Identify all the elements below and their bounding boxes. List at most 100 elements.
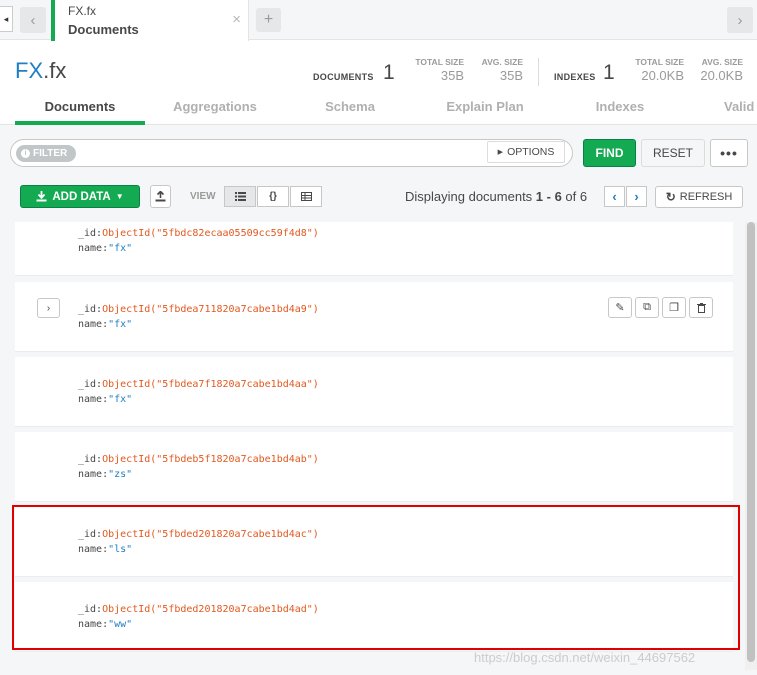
list-view-button[interactable]	[224, 186, 256, 207]
filter-badge: i FILTER	[16, 145, 76, 162]
table-icon	[300, 192, 312, 201]
more-options-button[interactable]: •••	[710, 139, 748, 167]
expand-icon[interactable]: ›	[37, 298, 60, 318]
caret-right-icon: ▶	[497, 149, 504, 156]
indexes-label: INDEXES	[554, 72, 596, 82]
refresh-icon: ↻	[665, 190, 676, 204]
list-icon	[234, 192, 246, 201]
refresh-button[interactable]: ↻ REFRESH	[655, 186, 743, 208]
find-button[interactable]: FIND	[583, 139, 636, 167]
edit-icon[interactable]: ✎	[608, 297, 632, 318]
view-label: VIEW	[190, 191, 216, 202]
display-total: 6	[579, 189, 588, 204]
upload-icon[interactable]	[150, 185, 171, 208]
close-icon[interactable]: ×	[232, 11, 241, 28]
braces-icon: {}	[269, 191, 277, 202]
tab-strip: ◂ ‹ FX.fx Documents × + ›	[0, 0, 757, 41]
document-card[interactable]: › _id:ObjectId("5fbdea711820a7cabe1bd4a9…	[15, 282, 733, 352]
object-id-value: ObjectId("5fbdea7f1820a7cabe1bd4aa")	[102, 379, 319, 390]
index-avg-size-label: AVG. SIZE	[701, 57, 743, 67]
json-view-button[interactable]: {}	[257, 186, 289, 207]
index-avg-size-value: 20.0KB	[700, 68, 743, 83]
caret-down-icon: ▼	[115, 192, 124, 201]
doc-name-line: name:"fx"	[78, 243, 132, 254]
tab-namespace: FX.fx	[68, 4, 97, 18]
collection-subtabs: Documents Aggregations Schema Explain Pl…	[0, 92, 757, 125]
field-key: name:	[78, 394, 109, 405]
add-data-label: ADD DATA	[52, 190, 111, 203]
stats-divider	[538, 58, 539, 86]
tab-schema[interactable]: Schema	[285, 99, 415, 114]
doc-name-line: name:"zs"	[78, 469, 132, 480]
field-key: _id:	[78, 304, 103, 315]
annotation-highlight-box	[12, 505, 740, 650]
object-id-value: ObjectId("5fbdc82ecaa05509cc59f4d8")	[102, 228, 319, 239]
options-label: OPTIONS	[507, 146, 555, 158]
tab-aggregations[interactable]: Aggregations	[150, 99, 280, 114]
documents-count: 1	[383, 61, 395, 84]
doc-id-line: _id:ObjectId("5fbdea7f1820a7cabe1bd4aa")	[78, 379, 319, 390]
object-id-value: ObjectId("5fbdea711820a7cabe1bd4a9")	[102, 304, 319, 315]
tab-explain-plan[interactable]: Explain Plan	[420, 99, 550, 114]
doc-id-line: _id:ObjectId("5fbdea711820a7cabe1bd4a9")	[78, 304, 319, 315]
field-key: name:	[78, 243, 109, 254]
document-card[interactable]: _id:ObjectId("5fbdeb5f1820a7cabe1bd4ab")…	[15, 432, 733, 502]
scrollbar-thumb[interactable]	[747, 222, 755, 662]
filter-badge-label: FILTER	[33, 148, 68, 159]
index-total-size-value: 20.0KB	[641, 68, 684, 83]
string-value: "fx"	[108, 319, 133, 330]
doc-name-line: name:"fx"	[78, 394, 132, 405]
field-key: name:	[78, 319, 109, 330]
string-value: "fx"	[108, 394, 133, 405]
tab-fx-documents[interactable]: FX.fx Documents ×	[51, 0, 249, 41]
refresh-label: REFRESH	[679, 191, 733, 203]
download-icon	[36, 191, 47, 202]
total-size-label: TOTAL SIZE	[415, 57, 464, 67]
doc-id-line: _id:ObjectId("5fbdc82ecaa05509cc59f4d8")	[78, 228, 319, 239]
trash-icon[interactable]	[689, 297, 713, 318]
field-key: _id:	[78, 379, 103, 390]
tab-indexes[interactable]: Indexes	[555, 99, 685, 114]
doc-name-line: name:"fx"	[78, 319, 132, 330]
string-value: "zs"	[108, 469, 133, 480]
field-key: _id:	[78, 228, 103, 239]
caret-left-icon[interactable]: ◂	[0, 6, 13, 32]
index-total-size-label: TOTAL SIZE	[635, 57, 684, 67]
field-key: _id:	[78, 454, 103, 465]
tab-documents[interactable]: Documents	[15, 99, 145, 114]
object-id-value: ObjectId("5fbdeb5f1820a7cabe1bd4ab")	[102, 454, 319, 465]
display-of: of	[561, 189, 580, 204]
table-view-button[interactable]	[290, 186, 322, 207]
reset-button[interactable]: RESET	[641, 139, 705, 167]
pagination-info: Displaying documents 1 - 6 of 6	[405, 189, 587, 204]
documents-label: DOCUMENTS	[313, 72, 374, 82]
avg-size-label: AVG. SIZE	[481, 57, 523, 67]
collection-name: .fx	[43, 58, 67, 83]
documents-scrollbar[interactable]	[745, 222, 757, 670]
document-card[interactable]: _id:ObjectId("5fbdc82ecaa05509cc59f4d8")…	[15, 222, 733, 276]
add-data-button[interactable]: ADD DATA ▼	[20, 185, 140, 208]
document-card[interactable]: _id:ObjectId("5fbdea7f1820a7cabe1bd4aa")…	[15, 357, 733, 427]
clone-icon[interactable]: ❐	[662, 297, 686, 318]
avg-size-value: 35B	[499, 68, 523, 83]
page-title: FX.fx	[15, 58, 66, 84]
doc-id-line: _id:ObjectId("5fbdeb5f1820a7cabe1bd4ab")	[78, 454, 319, 465]
chevron-right-icon[interactable]: ›	[727, 7, 753, 33]
indexes-count: 1	[603, 61, 615, 84]
options-button[interactable]: ▶ OPTIONS	[487, 141, 565, 163]
prev-page-button[interactable]: ‹	[604, 186, 625, 207]
info-icon: i	[21, 149, 30, 158]
total-size-value: 35B	[440, 68, 464, 83]
tab-validation[interactable]: Valid	[724, 99, 757, 114]
chevron-left-icon[interactable]: ‹	[20, 7, 46, 33]
display-prefix: Displaying documents	[405, 189, 536, 204]
field-key: name:	[78, 469, 109, 480]
tab-subtitle: Documents	[68, 22, 139, 37]
plus-icon[interactable]: +	[256, 8, 281, 32]
watermark: https://blog.csdn.net/weixin_44697562	[474, 650, 696, 665]
display-range: 1 - 6	[535, 189, 562, 204]
copy-icon[interactable]: ⧉	[635, 297, 659, 318]
next-page-button[interactable]: ›	[626, 186, 647, 207]
string-value: "fx"	[108, 243, 133, 254]
database-name[interactable]: FX	[15, 58, 43, 83]
